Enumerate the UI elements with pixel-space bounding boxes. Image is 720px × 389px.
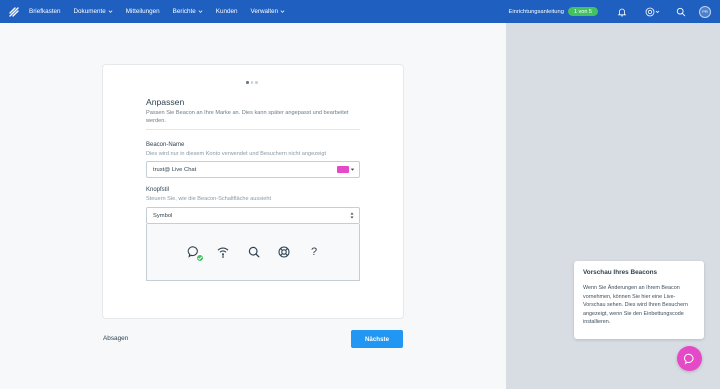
chevron-down-icon — [280, 10, 285, 13]
nav-briefkasten[interactable]: Briefkasten — [29, 8, 61, 15]
beacon-name-value: trust@ Live Chat — [153, 166, 197, 173]
question-mark-icon: ? — [310, 246, 318, 258]
nav-label: Briefkasten — [29, 8, 61, 15]
color-swatch[interactable] — [337, 166, 349, 173]
button-icon-picker: ? — [146, 224, 360, 281]
chat-bubble-icon — [683, 353, 694, 365]
button-style-help: Steuern Sie, wie die Beacon-Schaltfläche… — [146, 196, 272, 202]
selected-check-icon — [196, 254, 204, 262]
select-arrows-icon — [350, 212, 354, 219]
nav-dokumente[interactable]: Dokumente — [74, 8, 113, 15]
icon-option-question[interactable]: ? — [306, 244, 322, 260]
next-button[interactable]: Nächste — [351, 330, 403, 348]
card-title: Anpassen — [146, 97, 185, 107]
button-style-select[interactable]: Symbol — [146, 207, 360, 224]
nav-label: Kunden — [215, 8, 238, 15]
beacon-name-input[interactable]: trust@ Live Chat — [146, 161, 360, 178]
icon-option-lifebuoy[interactable] — [276, 244, 292, 260]
cancel-button[interactable]: Absagen — [103, 335, 128, 342]
setup-progress-badge[interactable]: 1 von 5 — [567, 7, 598, 16]
wifi-beacon-icon — [217, 247, 229, 258]
preview-text: Wenn Sie Änderungen an Ihrem Beacon vorn… — [583, 285, 688, 326]
logo-icon[interactable] — [7, 5, 21, 19]
button-style-label: Knopfstil — [146, 187, 170, 193]
setup-card: Anpassen Passen Sie Beacon an Ihre Marke… — [103, 65, 403, 318]
nav-berichte[interactable]: Berichte — [173, 8, 203, 15]
lifebuoy-icon — [278, 246, 290, 258]
chevron-down-icon — [108, 10, 113, 13]
icon-option-search[interactable] — [246, 244, 262, 260]
top-navigation: Briefkasten Dokumente Mitteilungen Beric… — [0, 0, 720, 23]
nav-kunden[interactable]: Kunden — [216, 8, 238, 15]
beacon-name-label: Beacon-Name — [146, 142, 185, 148]
search-icon[interactable] — [675, 6, 687, 18]
nav-label: Verwalten — [250, 8, 279, 15]
preview-title: Vorschau Ihres Beacons — [583, 269, 658, 276]
step-dot — [255, 81, 258, 84]
step-dot-active — [246, 81, 249, 84]
divider — [146, 129, 360, 130]
nav-verwalten[interactable]: Verwalten — [251, 8, 286, 15]
bell-icon[interactable] — [616, 6, 628, 18]
preview-card: Vorschau Ihres Beacons Wenn Sie Änderung… — [574, 261, 704, 339]
card-subtitle: Passen Sie Beacon an Ihre Marke an. Dies… — [146, 110, 349, 125]
beacon-launcher-button[interactable] — [677, 346, 702, 371]
step-dot — [250, 81, 253, 84]
button-style-value: Symbol — [153, 212, 173, 219]
chevron-down-icon — [198, 10, 203, 13]
caret-down-icon[interactable] — [350, 167, 355, 172]
help-icon[interactable] — [645, 6, 661, 18]
search-bubble-icon — [248, 246, 260, 258]
nav-label: Dokumente — [73, 8, 106, 15]
nav-label: Berichte — [172, 8, 196, 15]
icon-option-chat[interactable] — [186, 244, 204, 262]
beacon-name-help: Dies wird nur in diesem Konto verwendet … — [146, 151, 327, 157]
icon-option-beacon[interactable] — [215, 244, 231, 260]
step-indicator — [246, 81, 258, 84]
nav-mitteilungen[interactable]: Mitteilungen — [126, 8, 160, 15]
avatar[interactable]: PR — [699, 5, 711, 18]
setup-guide-link[interactable]: Einrichtungsanleitung — [509, 9, 564, 15]
nav-label: Mitteilungen — [125, 8, 160, 15]
